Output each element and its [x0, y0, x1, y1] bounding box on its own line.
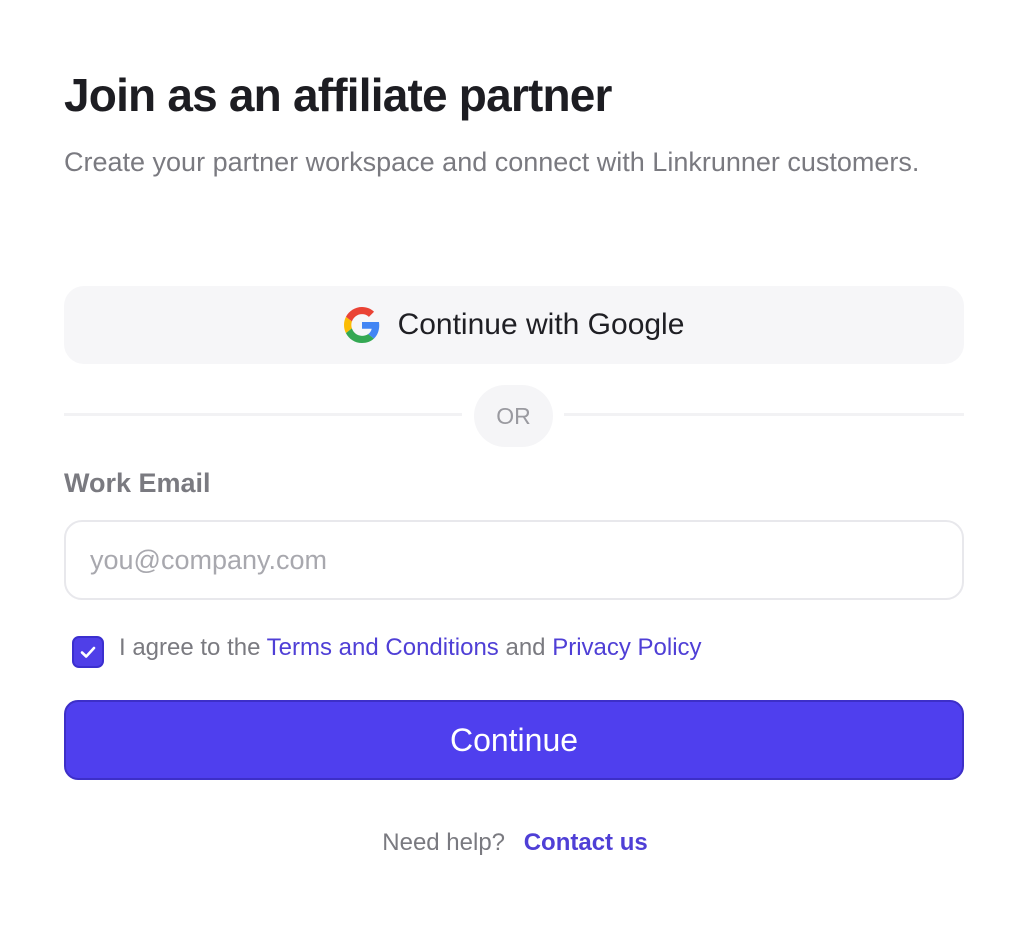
terms-and-conditions-link[interactable]: Terms and Conditions: [267, 634, 499, 661]
divider-line-left: [64, 413, 462, 416]
terms-agree-checkbox[interactable]: [72, 636, 104, 668]
work-email-input[interactable]: [64, 520, 964, 600]
agreement-prefix: I agree to the: [119, 634, 261, 661]
divider-line-right: [564, 413, 964, 416]
continue-with-google-button[interactable]: Continue with Google: [64, 286, 964, 364]
google-g-icon: [343, 307, 379, 343]
contact-us-link[interactable]: Contact us: [524, 829, 648, 856]
agreement-conjunction: and: [505, 634, 546, 661]
page-title: Join as an affiliate partner: [64, 69, 612, 121]
terms-agreement-text: I agree to the Terms and Conditions and …: [119, 631, 702, 665]
continue-button[interactable]: Continue: [64, 700, 964, 780]
checkmark-icon: [80, 646, 96, 658]
need-help-text: Need help?: [382, 829, 506, 856]
page-subtitle: Create your partner workspace and connec…: [64, 147, 920, 177]
signup-page: Join as an affiliate partner Create your…: [0, 0, 1030, 940]
help-row: Need help? Contact us: [0, 826, 1030, 860]
or-divider-badge: OR: [474, 385, 553, 447]
work-email-label: Work Email: [64, 468, 211, 498]
privacy-policy-link[interactable]: Privacy Policy: [552, 634, 701, 661]
google-button-label: Continue with Google: [397, 308, 685, 341]
